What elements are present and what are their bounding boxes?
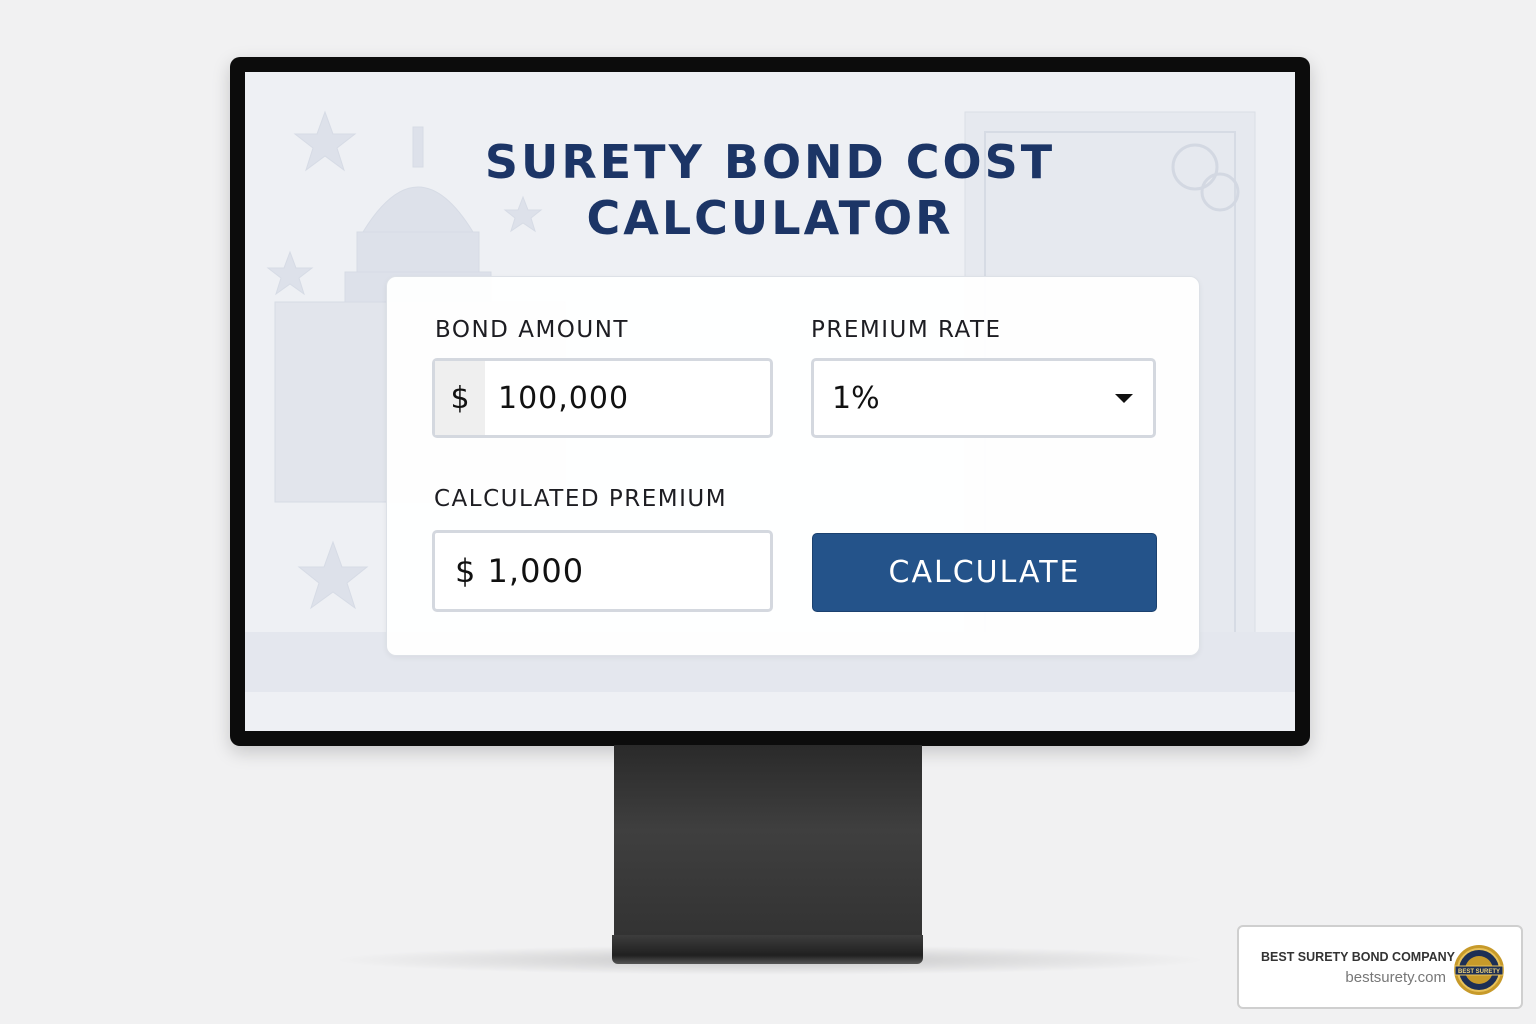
bond-amount-label: BOND AMOUNT [435, 317, 629, 343]
currency-prefix: $ [435, 361, 485, 435]
company-badge: BEST SURETY BOND COMPANY bestsurety.com … [1237, 925, 1523, 1009]
monitor: SURETY BOND COST CALCULATOR BOND AMOUNT … [230, 57, 1310, 746]
star-icon [266, 250, 314, 296]
bond-amount-field[interactable]: $ [432, 358, 773, 438]
badge-company-name: BEST SURETY BOND COMPANY [1261, 950, 1456, 964]
title-line-1: SURETY BOND COST [484, 135, 1056, 189]
badge-url: bestsurety.com [1345, 969, 1446, 986]
calculator-card: BOND AMOUNT $ PREMIUM RATE 1% CALCULATED… [386, 276, 1200, 656]
premium-rate-label: PREMIUM RATE [811, 317, 1002, 343]
seal-icon: BEST SURETY [1454, 945, 1504, 995]
premium-rate-value: 1% [832, 380, 880, 416]
bond-amount-input[interactable] [498, 361, 758, 435]
premium-rate-select[interactable]: 1% [811, 358, 1156, 438]
seal-text: BEST SURETY [1458, 969, 1500, 975]
page-title: SURETY BOND COST CALCULATOR [245, 134, 1295, 246]
star-icon [297, 540, 369, 610]
calculated-premium-field: $ 1,000 [432, 530, 773, 612]
title-line-2: CALCULATOR [586, 191, 954, 245]
monitor-stand [614, 745, 922, 935]
calculated-premium-value: $ 1,000 [455, 552, 585, 590]
calculated-premium-label: CALCULATED PREMIUM [434, 486, 728, 512]
monitor-stand-base [612, 935, 923, 964]
calculate-button[interactable]: CALCULATE [812, 533, 1157, 612]
chevron-down-icon [1115, 393, 1133, 403]
screen: SURETY BOND COST CALCULATOR BOND AMOUNT … [245, 72, 1295, 731]
